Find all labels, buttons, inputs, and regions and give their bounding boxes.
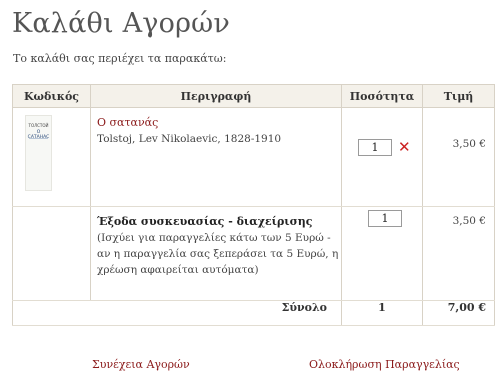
total-price: 7,00 € — [422, 300, 495, 326]
item-description-cell: Ο σατανάς Tolstoj, Lev Nikolaevic, 1828-… — [90, 107, 342, 207]
cart-table-header: Κωδικός Περιγραφή Ποσότητα Τιμή — [12, 84, 495, 108]
header-code: Κωδικός — [12, 84, 91, 108]
packaging-row: Έξοδα συσκευασίας - διαχείρισης (Ισχύει … — [12, 206, 495, 301]
item-code-cell: ТОЛСТОЙ О САТАНАС — [12, 107, 91, 207]
close-icon[interactable]: ✕ — [398, 139, 412, 155]
total-row: Σύνολο 1 7,00 € — [12, 300, 495, 326]
packaging-price: 3,50 € — [452, 215, 486, 227]
total-label: Σύνολο — [12, 300, 342, 326]
total-count: 1 — [341, 300, 423, 326]
header-description: Περιγραφή — [90, 84, 342, 108]
cart-intro-text: Το καλάθι σας περιέχει τα παρακάτω: — [13, 52, 227, 65]
packaging-code-cell — [12, 206, 91, 301]
product-title-link[interactable]: Ο σατανάς — [97, 115, 341, 131]
packaging-note: (Ισχύει για παραγγελίες κάτω των 5 Ευρώ … — [97, 232, 339, 276]
header-price: Τιμή — [422, 84, 495, 108]
cart-table: Κωδικός Περιγραφή Ποσότητα Τιμή ТОЛСТОЙ … — [12, 84, 495, 326]
item-quantity-cell: ✕ — [341, 107, 423, 207]
packaging-quantity-input[interactable] — [368, 210, 402, 227]
item-price: 3,50 € — [452, 138, 486, 150]
product-author: Tolstoj, Lev Nikolaevic, 1828-1910 — [97, 133, 282, 145]
header-quantity: Ποσότητα — [341, 84, 423, 108]
packaging-title: Έξοδα συσκευασίας - διαχείρισης — [97, 215, 313, 228]
page-title: Καλάθι Αγορών — [12, 8, 230, 39]
item-price-cell: 3,50 € — [422, 107, 495, 207]
continue-shopping-link[interactable]: Συνέχεια Αγορών — [92, 358, 190, 371]
quantity-input[interactable] — [358, 139, 392, 156]
packaging-description-cell: Έξοδα συσκευασίας - διαχείρισης (Ισχύει … — [90, 206, 342, 301]
cart-item-row: ТОЛСТОЙ О САТАНАС Ο σατανάς Tolstoj, Lev… — [12, 107, 495, 207]
checkout-link[interactable]: Ολοκλήρωση Παραγγελίας — [309, 358, 460, 371]
book-cover-image[interactable]: ТОЛСТОЙ О САТАНАС — [25, 115, 52, 191]
book-cover-rule — [29, 138, 48, 139]
packaging-quantity-cell — [341, 206, 423, 301]
packaging-price-cell: 3,50 € — [422, 206, 495, 301]
book-cover-author: ТОЛСТОЙ — [28, 123, 49, 128]
